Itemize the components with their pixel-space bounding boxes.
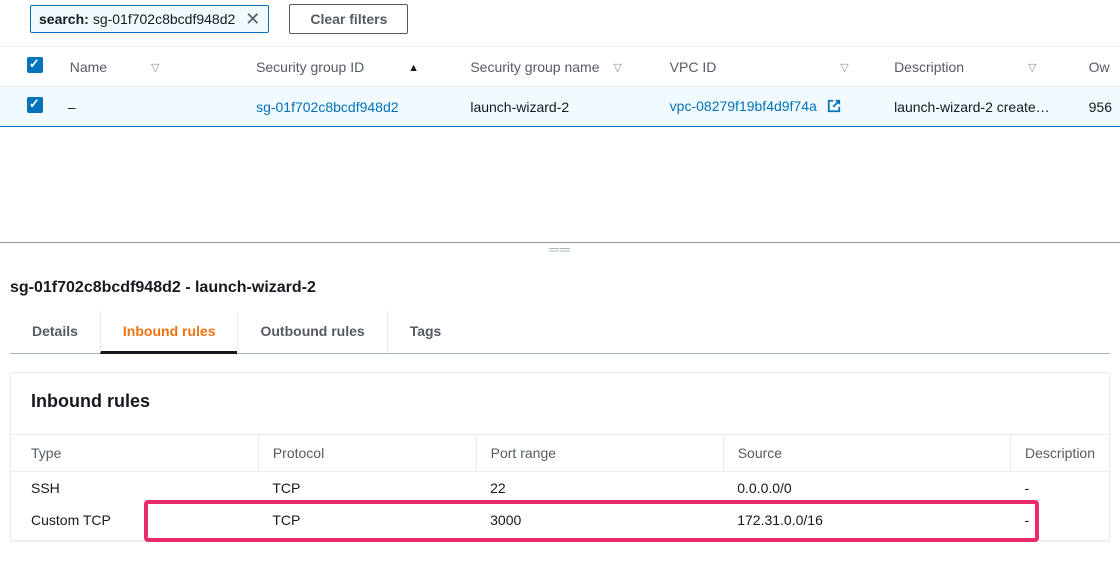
- triangle-up-icon: ▲: [408, 62, 419, 74]
- col-label-desc: Description: [894, 59, 964, 75]
- header-owner[interactable]: Ow: [1081, 47, 1120, 87]
- header-sg-id[interactable]: Security group ID ▲: [248, 47, 462, 87]
- cell-owner: 956: [1081, 87, 1120, 127]
- rule-row-highlighted: Custom TCP TCP 3000 172.31.0.0/16 -: [11, 504, 1109, 536]
- clear-filters-button[interactable]: Clear filters: [289, 4, 408, 34]
- security-groups-table: Name ▽ Security group ID ▲ Security grou…: [0, 46, 1120, 127]
- select-all-checkbox[interactable]: [27, 57, 43, 73]
- rules-header-source[interactable]: Source: [723, 435, 1010, 472]
- tab-details[interactable]: Details: [10, 311, 100, 353]
- col-label-vpcid: VPC ID: [670, 59, 717, 75]
- rule-source: 172.31.0.0/16: [723, 504, 1010, 536]
- filter-label: search:: [39, 11, 89, 27]
- filter-tag[interactable]: search: sg-01f702c8bcdf948d2 ✕: [30, 5, 269, 33]
- header-sg-name[interactable]: Security group name ▽: [462, 47, 661, 87]
- rules-header-type[interactable]: Type: [11, 435, 258, 472]
- rule-protocol: TCP: [258, 472, 476, 505]
- detail-title: sg-01f702c8bcdf948d2 - launch-wizard-2: [0, 255, 1120, 311]
- rule-type: SSH: [11, 472, 258, 505]
- rules-header-description[interactable]: Description: [1010, 435, 1109, 472]
- vpc-id-link[interactable]: vpc-08279f19bf4d9f74a: [670, 98, 817, 114]
- rule-source: 0.0.0.0/0: [723, 472, 1010, 505]
- inbound-rules-table: Type Protocol Port range Source Descript…: [11, 434, 1109, 536]
- triangle-down-icon: ▽: [1028, 61, 1036, 74]
- rule-row: SSH TCP 22 0.0.0.0/0 -: [11, 472, 1109, 505]
- sg-id-link[interactable]: sg-01f702c8bcdf948d2: [256, 99, 398, 115]
- rules-header-protocol[interactable]: Protocol: [258, 435, 476, 472]
- rule-port-range: 3000: [476, 504, 723, 536]
- col-label-name: Name: [70, 59, 107, 75]
- close-icon[interactable]: ✕: [245, 10, 260, 28]
- rules-header-port-range[interactable]: Port range: [476, 435, 723, 472]
- inbound-rules-panel: Inbound rules Type Protocol Port range S…: [10, 372, 1110, 541]
- tab-outbound-rules[interactable]: Outbound rules: [237, 311, 386, 353]
- rule-source-text: 172.31.0.0/16: [737, 512, 823, 528]
- rule-protocol: TCP: [258, 504, 476, 536]
- rule-description: -: [1010, 472, 1109, 505]
- triangle-down-icon: ▽: [840, 61, 848, 74]
- col-label-sgid: Security group ID: [256, 59, 364, 75]
- rule-type: Custom TCP: [11, 504, 258, 536]
- triangle-down-icon: ▽: [613, 61, 621, 74]
- filter-value: sg-01f702c8bcdf948d2: [93, 11, 235, 27]
- cell-name: –: [60, 87, 248, 127]
- col-label-sgname: Security group name: [470, 59, 599, 75]
- header-name[interactable]: Name ▽: [60, 47, 248, 87]
- cell-sg-name: launch-wizard-2: [462, 87, 661, 127]
- cell-description: launch-wizard-2 create…: [886, 87, 1081, 127]
- triangle-down-icon: ▽: [151, 61, 159, 74]
- tab-inbound-rules[interactable]: Inbound rules: [100, 311, 238, 354]
- rule-port-range: 22: [476, 472, 723, 505]
- header-description[interactable]: Description ▽: [886, 47, 1081, 87]
- row-checkbox[interactable]: [27, 97, 43, 113]
- tab-tags[interactable]: Tags: [387, 311, 464, 353]
- tabs: Details Inbound rules Outbound rules Tag…: [10, 311, 1110, 354]
- rule-description: -: [1010, 504, 1109, 536]
- header-checkbox-col: [0, 47, 60, 87]
- rule-description-text: -: [1024, 512, 1029, 528]
- panel-title: Inbound rules: [11, 373, 1109, 434]
- split-handle[interactable]: ══: [0, 243, 1120, 255]
- header-vpc-id[interactable]: VPC ID ▽: [662, 47, 886, 87]
- col-label-owner: Ow: [1089, 59, 1110, 75]
- table-row[interactable]: – sg-01f702c8bcdf948d2 launch-wizard-2 v…: [0, 87, 1120, 127]
- external-link-icon[interactable]: [827, 99, 841, 116]
